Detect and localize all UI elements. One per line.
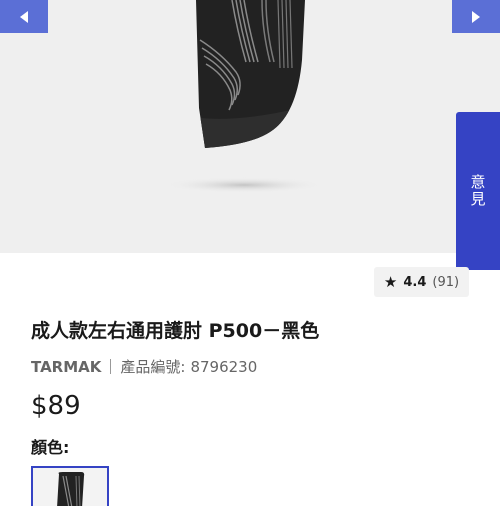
color-swatch-black[interactable] [31,466,109,506]
chevron-left-icon [20,10,28,23]
meta-divider [110,359,112,374]
gallery-prev-button[interactable] [0,0,48,33]
sku-value: 8796230 [190,357,258,376]
rating-badge[interactable]: ★ 4.4 (91) [374,267,469,297]
product-image [164,0,324,193]
product-meta: TARMAK 產品編號: 8796230 [31,356,257,377]
star-icon: ★ [383,272,398,291]
swatch-image [57,472,85,506]
gallery-next-button[interactable] [452,0,500,33]
chevron-right-icon [472,10,480,23]
rating-count: (91) [432,274,460,290]
brand-link[interactable]: TARMAK [31,358,101,376]
product-title: 成人款左右通用護肘 P500－黑色 [31,320,320,342]
product-price: $89 [31,391,81,421]
rating-value: 4.4 [403,274,427,290]
product-gallery [0,0,500,253]
color-label: 顏色: [31,438,70,457]
feedback-label: 意見 [468,174,487,208]
sku-label: 產品編號: [120,358,186,376]
feedback-tab[interactable]: 意見 [456,112,500,270]
